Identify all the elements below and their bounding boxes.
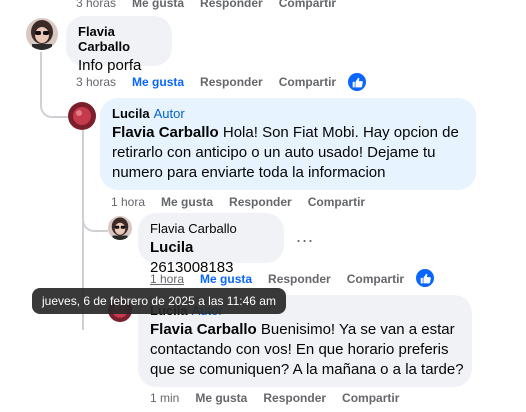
author-badge: Autor [153, 106, 185, 121]
comment-bubble: Flavia Carballo Info porfa [66, 16, 172, 74]
like-reaction-icon[interactable] [346, 71, 368, 93]
avatar[interactable] [26, 18, 58, 50]
comment-actions: 3 horas Me gusta Responder Compartir [76, 75, 336, 89]
mention-link[interactable]: Flavia Carballo [150, 321, 257, 338]
comment-bubble: Flavia Carballo Lucila 2613008183 [138, 213, 284, 276]
share-button[interactable]: Compartir [279, 75, 336, 89]
share-button[interactable]: Compartir [308, 195, 365, 209]
share-button[interactable]: Compartir [279, 0, 336, 10]
comment-actions: 1 hora Me gusta Responder Compartir [111, 195, 365, 209]
reply-button[interactable]: Responder [263, 391, 326, 405]
comment-time[interactable]: 1 min [150, 391, 179, 405]
prev-comment-actions: 3 horas Me gusta Responder Compartir [76, 0, 336, 10]
comment-text: Flavia Carballo Buenisimo! Ya se van a e… [150, 320, 468, 380]
comment-time[interactable]: 1 hora [111, 195, 145, 209]
comment-text: Flavia Carballo Hola! Son Fiat Mobi. Hay… [112, 123, 464, 183]
avatar-flavia-icon [108, 216, 132, 240]
share-button[interactable]: Compartir [342, 391, 399, 405]
comment-author[interactable]: Lucila [112, 106, 150, 121]
more-options-icon[interactable]: ... [296, 226, 314, 247]
avatar[interactable] [68, 102, 96, 130]
avatar-flavia-icon [26, 18, 58, 50]
comment-time[interactable]: 3 horas [76, 0, 116, 10]
comment-time[interactable]: 3 horas [76, 75, 116, 89]
reply-button[interactable]: Responder [200, 0, 263, 10]
reply-button[interactable]: Responder [268, 272, 331, 286]
avatar[interactable] [108, 216, 132, 240]
comment-bubble: Lucila Autor Flavia Carballo Hola! Son Fi… [100, 98, 476, 190]
avatar-lucila-icon [68, 102, 96, 130]
comment-actions: 1 hora Me gusta Responder Compartir [150, 272, 404, 286]
comment-author-row: LucilaAutor [112, 106, 464, 121]
thumbs-up-icon [352, 77, 363, 87]
thread-connector [82, 212, 108, 232]
mention-link[interactable]: Lucila [150, 239, 193, 256]
like-reaction-icon[interactable] [414, 267, 436, 289]
comment-author[interactable]: Flavia Carballo [78, 24, 160, 54]
comment-author[interactable]: Flavia Carballo [150, 221, 272, 236]
share-button[interactable]: Compartir [347, 272, 404, 286]
comment-text: Info porfa [78, 57, 142, 74]
like-button[interactable]: Me gusta [161, 195, 213, 209]
like-button[interactable]: Me gusta [195, 391, 247, 405]
mention-link[interactable]: Flavia Carballo [112, 124, 219, 141]
comment-actions: 1 min Me gusta Responder Compartir [150, 391, 399, 405]
timestamp-tooltip: jueves, 6 de febrero de 2025 a las 11:46… [32, 288, 286, 314]
like-button[interactable]: Me gusta [132, 0, 184, 10]
like-button[interactable]: Me gusta [200, 272, 252, 286]
thread-connector [40, 90, 68, 118]
like-button[interactable]: Me gusta [132, 75, 184, 89]
reply-button[interactable]: Responder [229, 195, 292, 209]
reply-button[interactable]: Responder [200, 75, 263, 89]
comment-time[interactable]: 1 hora [150, 272, 184, 286]
thumbs-up-icon [420, 273, 431, 283]
